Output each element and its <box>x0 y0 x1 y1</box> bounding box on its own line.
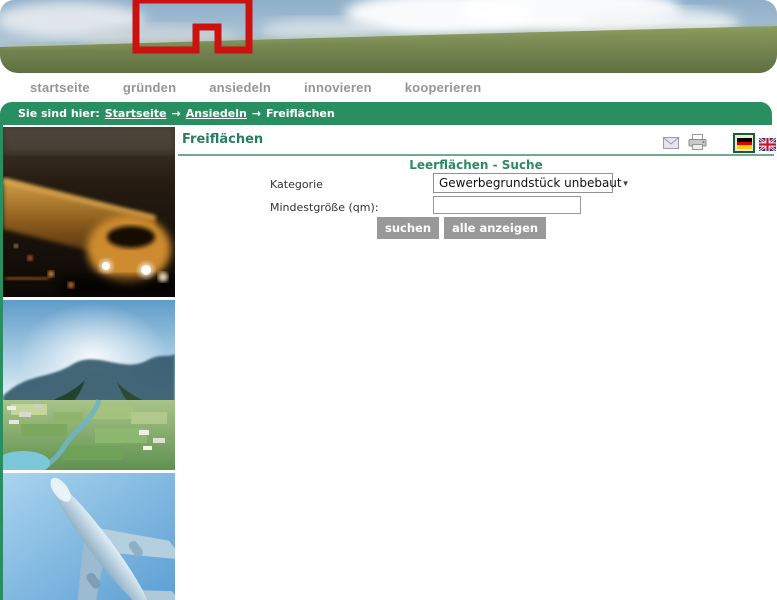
sidebar-photo-valley <box>3 300 175 470</box>
page-title: Freiflächen <box>182 132 264 147</box>
nav-item-gruenden[interactable]: gründen <box>123 80 176 95</box>
envelope-icon[interactable] <box>663 137 679 149</box>
search-heading: Leerflächen - Suche <box>409 158 543 172</box>
sky-grass-photo <box>0 0 777 73</box>
mindestgroesse-label: Mindestgröße (qm): <box>270 201 379 214</box>
truck-highway-photo <box>3 127 175 297</box>
british-flag-icon[interactable] <box>759 138 776 151</box>
printer-icon[interactable] <box>688 134 707 150</box>
sidebar-photo-truck <box>3 127 175 297</box>
kategorie-select-value: Gewerbegrundstück unbebaut <box>439 176 622 190</box>
breadcrumb-link-ansiedeln[interactable]: Ansiedeln <box>186 107 247 120</box>
chevron-down-icon: ▼ <box>621 178 630 188</box>
kategorie-label: Kategorie <box>270 178 323 191</box>
breadcrumb-prefix: Sie sind hier: <box>18 107 100 120</box>
search-buttons-row: suchen alle anzeigen <box>377 217 547 239</box>
header-banner-photo <box>0 0 777 73</box>
nav-item-kooperieren[interactable]: kooperieren <box>405 80 482 95</box>
sidebar-photo-airplane <box>3 473 175 600</box>
main-navigation: startseite gründen ansiedeln innovieren … <box>0 73 777 102</box>
suchen-button[interactable]: suchen <box>377 217 440 239</box>
breadcrumb: Sie sind hier: Startseite → Ansiedeln → … <box>0 102 772 125</box>
breadcrumb-current: Freiflächen <box>266 107 335 120</box>
title-divider <box>178 154 774 156</box>
breadcrumb-separator: → <box>251 107 262 120</box>
page: startseite gründen ansiedeln innovieren … <box>0 0 777 600</box>
main-content: Freiflächen Leerflächen - Suche Kategori… <box>175 125 777 600</box>
german-flag-icon[interactable] <box>733 133 755 153</box>
airplane-photo <box>3 473 175 600</box>
breadcrumb-link-startseite[interactable]: Startseite <box>105 107 167 120</box>
aerial-valley-photo <box>3 300 175 470</box>
breadcrumb-separator: → <box>171 107 181 120</box>
mindestgroesse-input[interactable] <box>433 196 581 214</box>
kategorie-select[interactable]: Gewerbegrundstück unbebaut ▼ <box>433 173 630 193</box>
nav-item-startseite[interactable]: startseite <box>30 80 90 95</box>
alle-anzeigen-button[interactable]: alle anzeigen <box>444 217 547 239</box>
german-flag-stripes <box>736 137 752 149</box>
nav-item-ansiedeln[interactable]: ansiedeln <box>209 80 271 95</box>
nav-item-innovieren[interactable]: innovieren <box>304 80 372 95</box>
